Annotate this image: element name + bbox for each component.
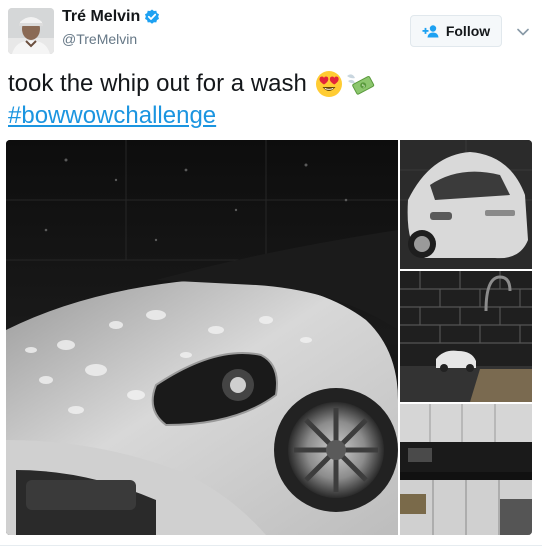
user-avatar[interactable] (8, 8, 54, 54)
media-photo-2[interactable] (400, 140, 532, 269)
media-photo-3[interactable] (400, 271, 532, 402)
tweet-menu-button[interactable] (513, 22, 533, 42)
tweet-card: Tré Melvin @TreMelvin Follow took the wh… (0, 0, 542, 550)
chevron-down-icon (517, 28, 529, 36)
media-photo-main[interactable] (6, 140, 398, 535)
follow-button[interactable]: Follow (410, 15, 502, 47)
add-user-icon (422, 24, 440, 38)
divider (0, 545, 542, 546)
media-photo-4[interactable] (400, 404, 532, 535)
heart-eyes-emoji-icon (315, 70, 343, 98)
car-rear-photo-icon (400, 140, 532, 269)
follow-button-label: Follow (445, 23, 491, 39)
user-avatar-photo-icon (8, 8, 54, 54)
user-name-row[interactable]: Tré Melvin (62, 8, 160, 26)
toy-car-in-sink-photo-icon (400, 271, 532, 402)
media-grid (6, 140, 532, 535)
car-headlight-closeup-photo-icon (6, 140, 398, 535)
hashtag-link[interactable]: #bowwowchallenge (8, 100, 216, 132)
verified-badge-icon (144, 9, 160, 25)
user-handle[interactable]: @TreMelvin (62, 31, 137, 47)
money-with-wings-emoji-icon: $ (345, 70, 375, 98)
tweet-text: took the whip out for a wash $ #bowwowch… (8, 68, 528, 132)
tweet-body: took the whip out for a wash (8, 70, 307, 97)
kitchen-photo-icon (400, 404, 532, 535)
display-name[interactable]: Tré Melvin (62, 8, 140, 26)
